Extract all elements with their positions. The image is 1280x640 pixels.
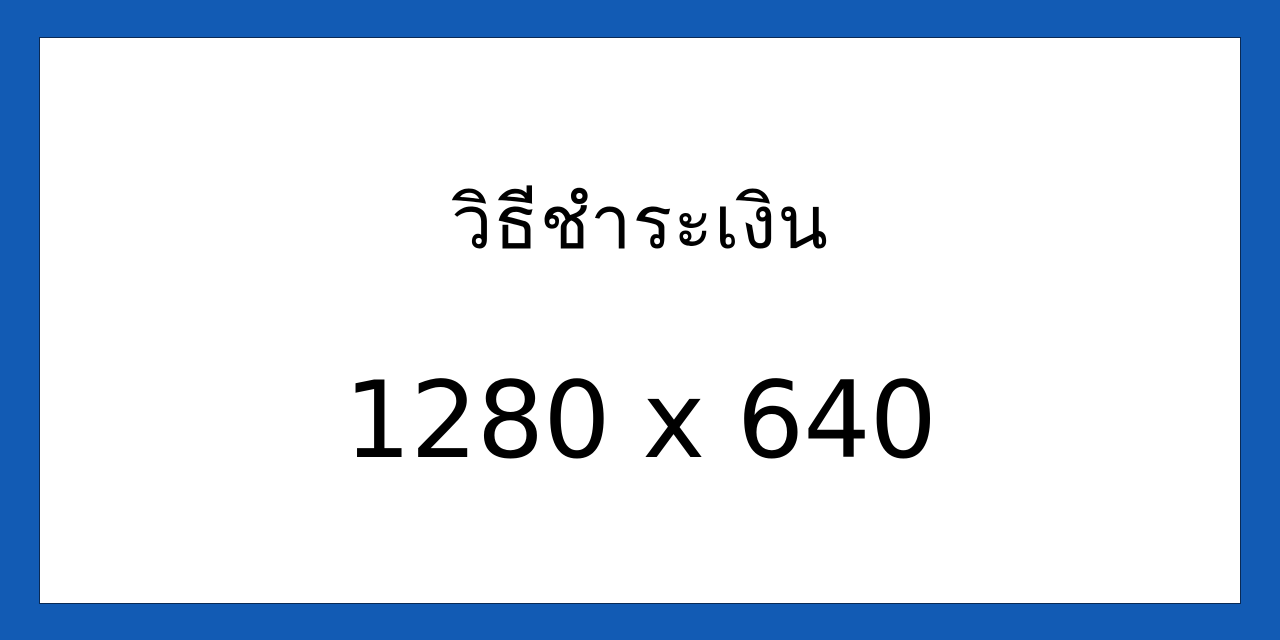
payment-method-title: วิธีชำระเงิน [451, 180, 829, 266]
content-card: วิธีชำระเงิน 1280 x 640 [39, 37, 1241, 604]
dimensions-label: 1280 x 640 [343, 359, 937, 482]
